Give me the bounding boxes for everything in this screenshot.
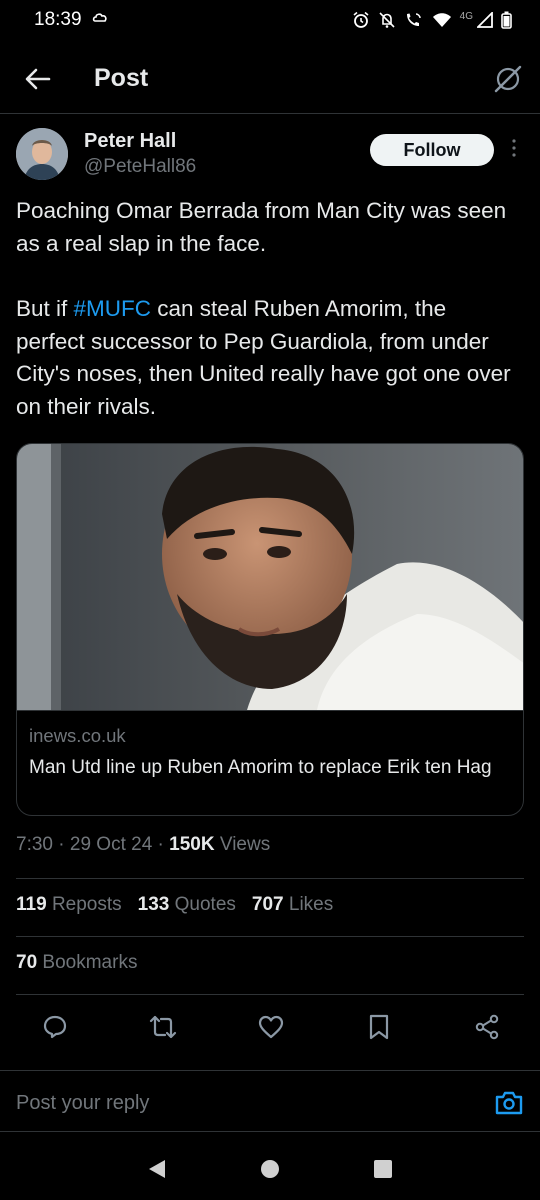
alarm-icon [352, 11, 370, 29]
likes-stat[interactable]: 707 Likes [252, 894, 333, 916]
card-image [17, 444, 523, 710]
divider [16, 878, 524, 879]
battery-icon [501, 11, 512, 29]
author-handle[interactable]: @PeteHall86 [84, 156, 196, 178]
views-label[interactable]: Views [220, 834, 270, 855]
sync-icon [92, 12, 108, 29]
page-title: Post [94, 64, 149, 92]
quotes-stat[interactable]: 133 Quotes [138, 894, 236, 916]
bookmark-button[interactable] [364, 1012, 394, 1042]
author-row: Peter Hall @PeteHall86 Follow [16, 128, 524, 188]
share-button[interactable] [472, 1012, 502, 1042]
follow-button[interactable]: Follow [370, 134, 494, 166]
camera-icon [495, 1091, 523, 1115]
system-nav-bar [0, 1138, 540, 1200]
status-time: 18:39 [34, 9, 82, 30]
likes-label: Likes [288, 894, 334, 915]
link-card[interactable]: inews.co.uk Man Utd line up Ruben Amorim… [16, 443, 524, 816]
nav-back-icon [148, 1160, 165, 1178]
author-name[interactable]: Peter Hall [84, 130, 176, 153]
divider [16, 994, 524, 995]
quotes-label: Quotes [174, 894, 236, 915]
wifi-icon [432, 12, 452, 28]
nav-home-icon [260, 1160, 279, 1178]
action-bar [16, 1000, 524, 1054]
card-title: Man Utd line up Ruben Amorim to replace … [29, 757, 492, 778]
back-button[interactable] [18, 59, 58, 99]
nav-home-button[interactable] [250, 1149, 290, 1189]
reposts-count: 119 [16, 894, 47, 915]
divider [16, 936, 524, 937]
camera-button[interactable] [494, 1089, 524, 1119]
bookmarks-label: Bookmarks [42, 952, 138, 973]
tweet-text: Poaching Omar Berrada from Man City was … [16, 195, 521, 423]
post-time: 7:30 [16, 834, 53, 855]
quotes-count: 133 [137, 894, 170, 915]
tweet-paragraph-2-start: But if [16, 296, 74, 321]
more-options-button[interactable] [504, 138, 524, 162]
tweet-paragraph-1: Poaching Omar Berrada from Man City was … [16, 198, 507, 256]
card-domain: inews.co.uk [29, 725, 126, 746]
meta-separator: · [58, 834, 70, 855]
status-bar: 18:39 4G [0, 0, 540, 40]
bookmark-icon [369, 1014, 389, 1040]
bookmarks-count: 70 [16, 952, 38, 973]
reposts-label: Reposts [51, 894, 122, 915]
grok-button[interactable] [492, 63, 524, 95]
mute-icon [378, 11, 396, 29]
post-header: Post [0, 44, 540, 114]
more-icon [512, 139, 516, 157]
share-icon [475, 1014, 499, 1040]
post-meta: 7:30 · 29 Oct 24 · 150K Views [16, 834, 270, 856]
hashtag-link[interactable]: #MUFC [74, 296, 152, 321]
status-icons: 4G [352, 11, 512, 29]
like-button[interactable] [256, 1012, 286, 1042]
tweet-paragraph-2: But if #MUFC can steal Ruben Amorim, the… [16, 293, 521, 423]
card-meta: inews.co.uk Man Utd line up Ruben Amorim… [17, 710, 523, 815]
network-label: 4G [459, 10, 473, 22]
avatar[interactable] [16, 128, 68, 180]
grok-icon [494, 65, 522, 92]
likes-count: 707 [251, 894, 284, 915]
bookmarks-stat[interactable]: 70 Bookmarks [16, 952, 137, 974]
wifi-calling-icon [404, 11, 424, 29]
nav-back-button[interactable] [137, 1149, 177, 1189]
repost-button[interactable] [148, 1012, 178, 1042]
stats-row: 119 Reposts 133 Quotes 707 Likes [16, 894, 333, 916]
nav-recents-button[interactable] [363, 1149, 403, 1189]
reply-input[interactable] [16, 1087, 456, 1119]
back-arrow-icon [25, 68, 51, 89]
reply-icon [43, 1015, 67, 1039]
like-icon [258, 1015, 284, 1039]
post-date: 29 Oct 24 [69, 834, 153, 855]
reposts-stat[interactable]: 119 Reposts [16, 894, 122, 916]
reply-bar [0, 1070, 540, 1132]
reply-button[interactable] [40, 1012, 70, 1042]
views-count[interactable]: 150K [169, 834, 214, 855]
signal-icon [477, 12, 493, 28]
meta-separator: · [157, 834, 170, 855]
nav-recents-icon [374, 1160, 393, 1178]
repost-icon [149, 1015, 177, 1039]
